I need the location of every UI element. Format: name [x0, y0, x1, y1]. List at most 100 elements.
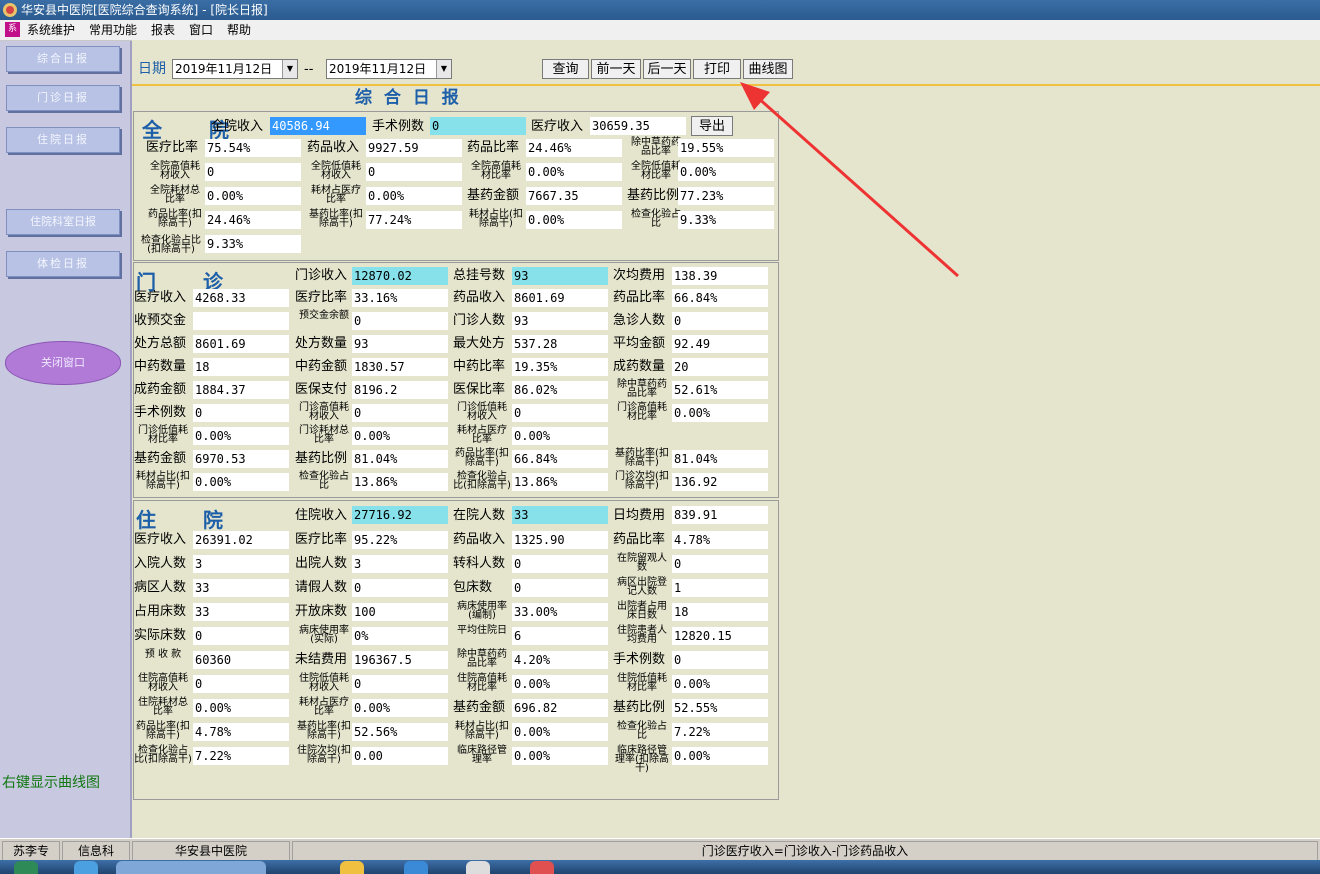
sidebar-btn-dept[interactable]: 住院科室日报 — [6, 209, 120, 235]
value-field[interactable]: 9.33% — [205, 235, 301, 253]
value-field[interactable]: 100 — [352, 603, 448, 621]
value-field[interactable]: 6970.53 — [193, 450, 289, 468]
browser-icon[interactable] — [404, 861, 428, 874]
value-field[interactable]: 7.22% — [193, 747, 289, 765]
value-field[interactable]: 60360 — [193, 651, 289, 669]
prev-day-button[interactable]: 前一天 — [591, 59, 641, 79]
value-field[interactable]: 24.46% — [205, 211, 301, 229]
value-field[interactable]: 93 — [352, 335, 448, 353]
chevron-down-icon[interactable]: ▼ — [282, 60, 297, 78]
value-field[interactable]: 0 — [366, 163, 462, 181]
value-field[interactable]: 26391.02 — [193, 531, 289, 549]
value-field[interactable]: 13.86% — [512, 473, 608, 491]
next-day-button[interactable]: 后一天 — [643, 59, 691, 79]
value-field[interactable]: 0.00% — [672, 675, 768, 693]
value-field[interactable]: 196367.5 — [352, 651, 448, 669]
value-field[interactable]: 86.02% — [512, 381, 608, 399]
value-field[interactable]: 0 — [352, 312, 448, 330]
value-field[interactable]: 0% — [352, 627, 448, 645]
value-field[interactable]: 66.84% — [512, 450, 608, 468]
value-field[interactable]: 33.16% — [352, 289, 448, 307]
value-field[interactable]: 0 — [672, 312, 768, 330]
value-field[interactable]: 0 — [352, 675, 448, 693]
value-field[interactable]: 839.91 — [672, 506, 768, 524]
value-field[interactable]: 0 — [352, 579, 448, 597]
value-field[interactable]: 0.00% — [193, 473, 289, 491]
value-field[interactable]: 537.28 — [512, 335, 608, 353]
value-field[interactable]: 0 — [672, 651, 768, 669]
value-field[interactable]: 27716.92 — [352, 506, 448, 524]
value-field[interactable]: 7667.35 — [526, 187, 622, 205]
value-field[interactable]: 19.35% — [512, 358, 608, 376]
value-field[interactable]: 4.78% — [193, 723, 289, 741]
value-field[interactable]: 8601.69 — [512, 289, 608, 307]
close-window-button[interactable]: 关闭窗口 — [5, 341, 121, 385]
value-field[interactable]: 0.00% — [352, 427, 448, 445]
value-field[interactable]: 0.00% — [672, 747, 768, 765]
query-button[interactable]: 查询 — [542, 59, 589, 79]
value-field[interactable]: 1 — [672, 579, 768, 597]
value-field[interactable]: 0 — [512, 579, 608, 597]
value-field[interactable]: 1830.57 — [352, 358, 448, 376]
value-field[interactable]: 0.00% — [512, 675, 608, 693]
start-button-icon[interactable] — [14, 861, 38, 874]
value-field[interactable]: 0 — [193, 675, 289, 693]
value-field[interactable]: 4.78% — [672, 531, 768, 549]
value-field[interactable]: 1884.37 — [193, 381, 289, 399]
value-field[interactable]: 0.00% — [512, 427, 608, 445]
value-field[interactable]: 12870.02 — [352, 267, 448, 285]
value-field[interactable]: 52.61% — [672, 381, 768, 399]
value-field[interactable]: 0.00% — [512, 747, 608, 765]
value-field[interactable]: 0 — [430, 117, 526, 135]
sidebar-btn-summary[interactable]: 综合日报 — [6, 46, 120, 72]
value-field[interactable]: 40586.94 — [270, 117, 366, 135]
value-field[interactable]: 93 — [512, 312, 608, 330]
app-menu-icon[interactable]: 系 — [5, 22, 20, 37]
chevron-down-icon[interactable]: ▼ — [436, 60, 451, 78]
taskbar-app-icon[interactable] — [530, 861, 554, 874]
value-field[interactable]: 0 — [512, 404, 608, 422]
value-field[interactable] — [193, 312, 289, 330]
value-field[interactable]: 0.00% — [193, 699, 289, 717]
value-field[interactable]: 0.00% — [526, 211, 622, 229]
value-field[interactable]: 81.04% — [672, 450, 768, 468]
sidebar-btn-inpatient[interactable]: 住院日报 — [6, 127, 120, 153]
value-field[interactable]: 95.22% — [352, 531, 448, 549]
value-field[interactable]: 7.22% — [672, 723, 768, 741]
menu-item-system[interactable]: 系统维护 — [27, 20, 75, 40]
value-field[interactable]: 52.56% — [352, 723, 448, 741]
value-field[interactable]: 0 — [672, 555, 768, 573]
print-button[interactable]: 打印 — [693, 59, 741, 79]
value-field[interactable]: 18 — [672, 603, 768, 621]
date-from-select[interactable]: 2019年11月12日 ▼ — [172, 59, 298, 79]
taskbar-app-icon[interactable] — [466, 861, 490, 874]
value-field[interactable]: 33 — [193, 603, 289, 621]
value-field[interactable]: 30659.35 — [590, 117, 686, 135]
value-field[interactable]: 0.00% — [366, 187, 462, 205]
value-field[interactable]: 6 — [512, 627, 608, 645]
value-field[interactable]: 92.49 — [672, 335, 768, 353]
value-field[interactable]: 0.00% — [205, 187, 301, 205]
value-field[interactable]: 12820.15 — [672, 627, 768, 645]
value-field[interactable]: 33 — [193, 579, 289, 597]
value-field[interactable]: 18 — [193, 358, 289, 376]
value-field[interactable]: 8196.2 — [352, 381, 448, 399]
value-field[interactable]: 3 — [193, 555, 289, 573]
value-field[interactable]: 3 — [352, 555, 448, 573]
value-field[interactable]: 0.00% — [512, 723, 608, 741]
value-field[interactable]: 9927.59 — [366, 139, 462, 157]
value-field[interactable]: 52.55% — [672, 699, 768, 717]
sidebar-btn-exam[interactable]: 体检日报 — [6, 251, 120, 277]
value-field[interactable]: 75.54% — [205, 139, 301, 157]
value-field[interactable]: 77.24% — [366, 211, 462, 229]
value-field[interactable]: 0.00% — [193, 427, 289, 445]
chart-button[interactable]: 曲线图 — [743, 59, 793, 79]
menu-item-common[interactable]: 常用功能 — [89, 20, 137, 40]
value-field[interactable]: 20 — [672, 358, 768, 376]
date-to-select[interactable]: 2019年11月12日 ▼ — [326, 59, 452, 79]
value-field[interactable]: 0 — [193, 627, 289, 645]
sidebar-btn-outpatient[interactable]: 门诊日报 — [6, 85, 120, 111]
value-field[interactable]: 8601.69 — [193, 335, 289, 353]
value-field[interactable]: 0.00% — [526, 163, 622, 181]
value-field[interactable]: 1325.90 — [512, 531, 608, 549]
